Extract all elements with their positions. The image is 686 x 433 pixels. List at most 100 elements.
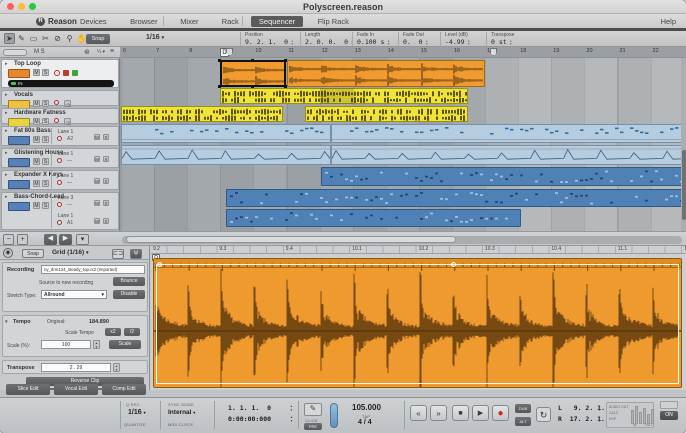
edit-ruler[interactable]: 9.29.39.410.110.210.310.411.111.2	[151, 246, 686, 254]
lane-mute-button[interactable]: M	[94, 156, 100, 162]
lane-record-icon[interactable]	[57, 158, 62, 163]
clip-glistening-house[interactable]	[331, 145, 686, 165]
lane-mute-button[interactable]: M	[94, 200, 100, 206]
snap-value-dropdown[interactable]: 1/16 ▾	[146, 34, 164, 41]
nav-item-mixer[interactable]: Mixer	[172, 16, 206, 27]
nav-item-flip-rack[interactable]: Flip Rack	[310, 16, 357, 27]
disclosure-icon[interactable]: ▸	[5, 61, 8, 67]
clip-fat-80s-bass[interactable]	[121, 124, 331, 143]
selection-handle[interactable]	[284, 85, 287, 88]
selection-handle[interactable]	[218, 59, 221, 62]
tuning-fork-icon[interactable]: Ψ	[130, 248, 142, 259]
scroll-thumb[interactable]	[681, 150, 686, 220]
solo-button[interactable]: S	[42, 136, 49, 143]
track-filter-button[interactable]	[3, 49, 27, 56]
lane-mute-button[interactable]: M	[94, 178, 100, 184]
disclosure-icon[interactable]: ▸	[5, 172, 8, 178]
nav-item-sequencer[interactable]: Sequencer	[250, 15, 304, 27]
lane-record-icon[interactable]	[57, 136, 62, 141]
mute-button[interactable]: M	[33, 158, 40, 165]
lane-lane-1[interactable]: Lane 1— M X	[54, 173, 116, 190]
tempo-display[interactable]: 105.000	[352, 403, 381, 412]
dub-button[interactable]: DUB	[515, 404, 531, 413]
fast-forward-button[interactable]: »	[430, 405, 447, 421]
edit-mode-slice-edit-button[interactable]: Slice Edit	[6, 384, 50, 395]
mute-button[interactable]: M	[33, 136, 40, 143]
lane-delete-button[interactable]: X	[103, 218, 109, 224]
mute-button[interactable]: M	[33, 100, 40, 107]
timeline[interactable]: 67891011121314151617181920212223 D	[121, 47, 686, 231]
transpose-value-field[interactable]: 2 . 29	[41, 363, 111, 372]
razor-tool-icon[interactable]: ✂	[40, 33, 51, 44]
field-fade-out[interactable]: Fade Out 0. 0 ▴ ▾	[398, 31, 440, 46]
rewind-button[interactable]: «	[410, 405, 427, 421]
disclosure-icon[interactable]: ▸	[5, 92, 8, 98]
stretch-type-dropdown[interactable]: Allround ▾	[41, 290, 107, 299]
help-link[interactable]: Help	[661, 17, 676, 26]
lane-lane-1[interactable]: Lane 1 A1 M X	[54, 213, 116, 230]
position-time-display[interactable]: 0:00:00:000	[228, 415, 271, 423]
power-icon[interactable]: ◉	[3, 248, 13, 258]
track-expander-x-keys[interactable]: ▸ Expander X Keys M S Lane 1— M X	[1, 170, 119, 190]
tuner-icon[interactable]	[63, 70, 69, 76]
time-signature[interactable]: 4 / 4	[358, 419, 372, 426]
sync-mode-dropdown[interactable]: Internal ▾	[168, 409, 195, 416]
field-level--db-[interactable]: Level (dB) -4.99 ▴ ▾	[440, 31, 486, 46]
solo-button[interactable]: S	[42, 202, 49, 209]
lane-mute-button[interactable]: M	[94, 218, 100, 224]
monitor-icon[interactable]: ◁)	[64, 118, 71, 125]
quantize-dropdown[interactable]: 1/16 ▾	[128, 409, 146, 416]
half-button[interactable]: /2	[124, 328, 140, 336]
bar-ruler[interactable]: 67891011121314151617181920212223	[121, 47, 686, 58]
track-fat-80s-bass[interactable]: ▸ Fat 80s Bass M S Lane 1 A2 M X	[1, 126, 119, 146]
solo-button[interactable]: S	[42, 69, 49, 76]
stop-button[interactable]: ■	[452, 405, 469, 421]
edit-mode-vocal-edit-button[interactable]: Vocal Edit	[54, 384, 98, 395]
loop-icon[interactable]: ↻	[536, 407, 551, 422]
monitor-icon[interactable]	[72, 70, 78, 76]
position-stepper[interactable]: ▴ ▾	[288, 404, 295, 412]
click-level-slider[interactable]	[330, 403, 338, 428]
disclosure-icon[interactable]: ▾	[5, 319, 8, 325]
loop-right-stepper[interactable]: ▴ ▾	[596, 415, 603, 423]
scale-button[interactable]: Scale	[109, 340, 141, 349]
track-hardware-fatness[interactable]: ▸ Hardware Fatness M S ◁)	[1, 108, 119, 127]
disclosure-icon[interactable]: ▸	[5, 128, 8, 134]
lane-record-icon[interactable]	[57, 180, 62, 185]
mute-button[interactable]: M	[33, 118, 40, 125]
lane-delete-button[interactable]: X	[103, 134, 109, 140]
clip-fat-80s-bass[interactable]	[331, 124, 686, 143]
title-bar[interactable]: Polyscreen.reason	[0, 0, 686, 14]
record-enable-icon[interactable]	[54, 70, 60, 76]
monitor-icon[interactable]: ◁)	[64, 100, 71, 107]
zoom-out-icon[interactable]: −	[3, 234, 14, 245]
nav-right-icon[interactable]: ▶	[59, 234, 72, 245]
lane-delete-button[interactable]: X	[103, 156, 109, 162]
disclosure-icon[interactable]: ▸	[5, 110, 8, 116]
lane-lane-3[interactable]: Lane 3— M X	[54, 195, 116, 212]
track-top-loop[interactable]: ▸ Top Loop M S IN	[1, 59, 119, 88]
field-position[interactable]: Position 9. 2. 1. 0 ▴ ▾	[240, 31, 300, 46]
nav-item-browser[interactable]: Browser	[122, 16, 166, 27]
lane-lane-1[interactable]: Lane 1— M X	[54, 151, 116, 168]
clip-bass-chord-lead[interactable]	[226, 189, 686, 207]
field-length[interactable]: Length 2. 0. 0. 0 ▴ ▾	[300, 31, 353, 46]
clip-expander-x-keys[interactable]	[321, 167, 686, 186]
disclosure-icon[interactable]: ▸	[5, 150, 8, 156]
stepper-icon[interactable]: ▴ ▾	[510, 38, 512, 46]
edit-snap-button[interactable]: Snap	[22, 248, 44, 258]
stepper-icon[interactable]: ▴ ▾	[291, 38, 293, 46]
mute-button[interactable]: M	[33, 69, 40, 76]
selection-handle[interactable]	[284, 59, 287, 62]
stepper-icon[interactable]: ▴ ▾	[426, 38, 428, 46]
snap-button[interactable]: Snap	[86, 33, 110, 44]
lane-delete-button[interactable]: X	[103, 200, 109, 206]
clip-top-loop[interactable]	[287, 60, 485, 87]
selection-handle[interactable]	[251, 85, 254, 88]
track-bass-chord-lead[interactable]: ▸ Bass-Chord-Lead M S Lane 3— M X Lane 1 A1 M X	[1, 192, 119, 230]
gear-icon[interactable]: ⊛	[84, 48, 90, 56]
mute-button[interactable]: M	[33, 180, 40, 187]
scale-stepper[interactable]: ▴ ▾	[93, 340, 100, 349]
alt-button[interactable]: ALT	[515, 417, 531, 426]
horizontal-scrollbar[interactable]	[122, 235, 682, 244]
